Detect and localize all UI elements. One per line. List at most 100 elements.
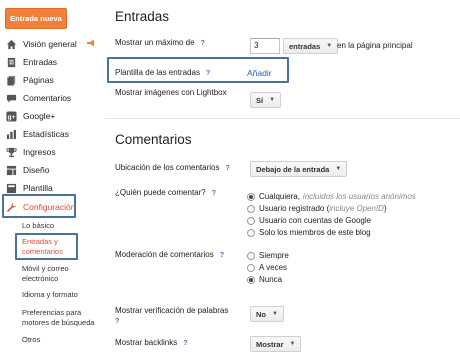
chevron-down-icon: ▼ (335, 166, 342, 172)
section-title-posts: Entradas (115, 9, 170, 24)
lightbox-label: Mostrar imágenes con Lightbox (115, 88, 227, 97)
moderation-label: Moderación de comentarios? (115, 250, 224, 261)
option-label: Cualquiera, (259, 192, 300, 201)
lightbox-select-value: Sí (256, 95, 264, 105)
sidebar-subitem-other[interactable]: Otros (22, 335, 40, 345)
sidebar-item-stats[interactable]: Estadísticas (5, 126, 69, 142)
max-posts-input[interactable]: 3 (250, 38, 280, 54)
chevron-down-icon: ▼ (272, 311, 278, 317)
sidebar-subitem-language-format[interactable]: Idioma y formato (22, 290, 78, 300)
sidebar-subitem-search-preferences[interactable]: Preferencias para motores de búsqueda (22, 308, 102, 328)
option-tail: ) (383, 204, 387, 213)
option-label: Solo los miembros de este blog (259, 228, 371, 237)
add-template-link[interactable]: Añadir (247, 68, 272, 78)
radio-button[interactable] (247, 192, 255, 201)
sidebar: Entrada nueva Visión general Entradas Pá… (0, 0, 105, 360)
chevron-down-icon: ▼ (326, 43, 333, 49)
chevron-down-icon: ▼ (289, 341, 296, 347)
who-option-registered[interactable]: Usuario registrado (incluye OpenID) (247, 203, 387, 214)
google-plus-icon: g+ (5, 110, 17, 122)
sidebar-item-label: Páginas (23, 75, 54, 85)
max-posts-unit-select[interactable]: entradas ▼ (283, 38, 339, 54)
section-title-comments: Comentarios (115, 132, 192, 147)
trophy-icon (5, 146, 17, 158)
option-hint: incluye OpenID (329, 204, 384, 213)
help-icon[interactable]: ? (212, 189, 216, 199)
option-hint: incluidos los usuarios anónimos (302, 192, 416, 201)
sidebar-item-overview[interactable]: Visión general (5, 36, 77, 52)
help-icon[interactable]: ? (201, 39, 205, 49)
moderation-option-always[interactable]: Siempre (247, 250, 289, 261)
max-posts-suffix: en la página principal (337, 41, 413, 50)
sidebar-item-settings[interactable]: Configuración (5, 199, 75, 215)
sidebar-item-google-plus[interactable]: g+ Google+ (5, 108, 55, 124)
sidebar-item-label: Configuración (23, 202, 76, 212)
sidebar-item-label: Visión general (23, 39, 77, 49)
sidebar-item-earnings[interactable]: Ingresos (5, 144, 56, 160)
sidebar-item-label: Estadísticas (23, 129, 69, 139)
radio-button[interactable] (247, 275, 255, 284)
backlinks-select-value: Mostrar (256, 339, 284, 349)
moderation-option-sometimes[interactable]: A veces (247, 262, 287, 273)
comment-location-label: Ubicación de los comentarios? (115, 163, 230, 174)
option-label: Usuario registrado ( (259, 204, 330, 213)
word-verification-label: Mostrar verificación de palabras (115, 306, 229, 315)
sidebar-item-layout[interactable]: Diseño (5, 162, 49, 178)
verification-select-value: No (256, 309, 266, 319)
who-option-members-only[interactable]: Solo los miembros de este blog (247, 227, 371, 238)
backlinks-label-text: Mostrar backlinks (115, 338, 178, 347)
who-option-google-accounts[interactable]: Usuario con cuentas de Google (247, 215, 371, 226)
svg-text:g+: g+ (7, 114, 15, 121)
sidebar-item-label: Plantilla (23, 183, 53, 193)
document-icon (5, 56, 17, 68)
help-icon[interactable]: ? (183, 339, 187, 349)
radio-button[interactable] (247, 228, 255, 237)
sidebar-item-label: Comentarios (23, 93, 72, 103)
lightbox-select[interactable]: Sí ▼ (250, 92, 282, 108)
option-label: Siempre (259, 251, 289, 260)
home-icon (5, 38, 17, 50)
post-template-label: Plantilla de las entradas? (115, 68, 210, 79)
who-can-comment-label-text: ¿Quién puede comentar? (115, 188, 206, 197)
comment-location-select[interactable]: Debajo de la entrada ▼ (250, 161, 348, 177)
radio-button[interactable] (247, 263, 255, 272)
help-icon[interactable]: ? (226, 164, 230, 174)
wrench-icon (5, 201, 17, 213)
option-label: Usuario con cuentas de Google (259, 216, 372, 225)
moderation-option-never[interactable]: Nunca (247, 274, 282, 285)
help-icon[interactable]: ? (115, 317, 119, 327)
template-icon (5, 182, 17, 194)
page-icon (5, 74, 17, 86)
sidebar-item-label: Entradas (23, 57, 58, 67)
backlinks-label: Mostrar backlinks? (115, 338, 188, 349)
section-divider (105, 118, 460, 119)
comment-location-label-text: Ubicación de los comentarios (115, 163, 220, 172)
comment-icon (5, 92, 17, 104)
radio-button[interactable] (247, 216, 255, 225)
sidebar-item-template[interactable]: Plantilla (5, 180, 53, 196)
radio-button[interactable] (247, 204, 255, 213)
who-option-anyone[interactable]: Cualquiera, incluidos los usuarios anónim… (247, 191, 416, 202)
sidebar-item-comments[interactable]: Comentarios (5, 90, 71, 106)
sidebar-subitem-basics[interactable]: Lo básico (22, 221, 54, 231)
word-verification-select[interactable]: No ▼ (250, 306, 284, 322)
main-content: Entradas Mostrar un máximo de? 3 entrada… (105, 0, 460, 360)
radio-button[interactable] (247, 251, 255, 260)
sidebar-item-label: Diseño (23, 165, 50, 175)
backlinks-select[interactable]: Mostrar ▼ (250, 336, 302, 352)
sidebar-item-pages[interactable]: Páginas (5, 72, 54, 88)
megaphone-icon[interactable] (86, 38, 96, 48)
option-label: A veces (259, 263, 288, 272)
sidebar-subitem-mobile-email[interactable]: Móvil y correo electrónico (22, 264, 94, 284)
help-icon[interactable]: ? (220, 251, 224, 261)
comment-location-value: Debajo de la entrada (256, 164, 330, 174)
new-entry-button[interactable]: Entrada nueva (5, 8, 67, 29)
help-icon[interactable]: ? (206, 69, 210, 79)
word-verification-help: ? (115, 316, 119, 327)
stats-icon (5, 128, 17, 140)
sidebar-item-label: Ingresos (23, 147, 56, 157)
sidebar-item-posts[interactable]: Entradas (5, 54, 57, 70)
option-label: Nunca (259, 275, 283, 284)
unit-select-value: entradas (289, 41, 321, 51)
sidebar-subitem-posts-comments[interactable]: Entradas y comentarios (22, 237, 82, 257)
